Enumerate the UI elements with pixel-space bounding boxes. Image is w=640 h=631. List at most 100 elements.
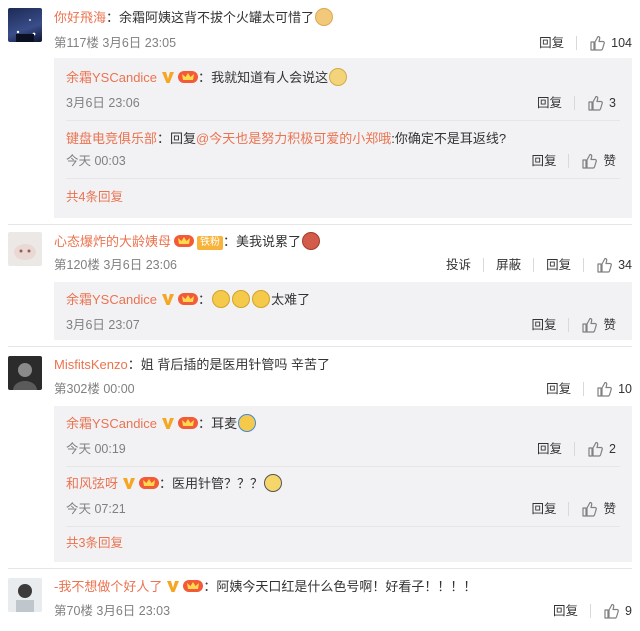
reply-actions: 回复 赞 xyxy=(531,316,616,334)
verified-badge-icon xyxy=(122,476,136,490)
reply-line: 余霜YSCandice ：我就知道有人会说这 xyxy=(66,68,348,87)
divider xyxy=(574,96,576,110)
like-count: 9 xyxy=(625,604,632,618)
comment-line: MisfitsKenzo：姐 背后插的是医用针管吗 辛苦了 xyxy=(54,357,330,372)
like-button[interactable]: 赞 xyxy=(581,316,616,334)
thumb-up-icon xyxy=(587,95,603,111)
comment-line: -我不想做个好人了 ：阿姨今天口红是什么色号啊！好看子！！！！ xyxy=(54,579,477,594)
crown-badge-icon xyxy=(178,70,198,84)
like-count: 104 xyxy=(611,36,632,50)
divider xyxy=(66,466,620,467)
thumb-up-icon xyxy=(581,501,597,517)
like-button[interactable]: 3 xyxy=(587,94,616,112)
comment-actions: 回复 9 xyxy=(553,602,632,620)
comment-text: 姐 背后插的是医用针管吗 辛苦了 xyxy=(140,357,330,372)
comment-username[interactable]: MisfitsKenzo xyxy=(54,357,128,372)
comment-text: 余霜阿姨这背不拔个火罐太可惜了 xyxy=(119,10,315,25)
avatar[interactable] xyxy=(8,578,42,612)
reply-panel: 余霜YSCandice ：耳麦 今天 00:19 回复 2 和风弦呀 ：医用针管？？… xyxy=(54,406,632,562)
thumb-up-icon xyxy=(596,381,612,397)
like-button[interactable]: 2 xyxy=(587,440,616,458)
comment-actions: 投诉 屏蔽 回复 34 xyxy=(446,256,632,274)
comment-item: -我不想做个好人了 ：阿姨今天口红是什么色号啊！好看子！！！！ 第70楼 3月6日… xyxy=(0,572,640,630)
reply-actions: 回复 赞 xyxy=(531,500,616,518)
comment-line: 心态爆炸的大龄姨母 铁粉 ：美我说累了 xyxy=(54,232,321,251)
thumb-up-icon xyxy=(581,317,597,333)
comment-item: MisfitsKenzo：姐 背后插的是医用针管吗 辛苦了 第302楼 00:0… xyxy=(0,350,640,564)
divider xyxy=(568,154,570,168)
reply-button[interactable]: 回复 xyxy=(531,152,556,170)
divider xyxy=(574,442,576,456)
like-button[interactable]: 赞 xyxy=(581,152,616,170)
divider xyxy=(568,502,570,516)
comment-username[interactable]: 心态爆炸的大龄姨母 xyxy=(54,234,171,249)
divider xyxy=(66,178,620,179)
reply-button[interactable]: 回复 xyxy=(537,440,562,458)
more-replies-link[interactable]: 共3条回复 xyxy=(66,534,123,552)
crying-emoji-icon xyxy=(252,290,271,308)
like-count: 2 xyxy=(609,442,616,456)
comment-text: 美我说累了 xyxy=(236,234,302,249)
like-count: 3 xyxy=(609,96,616,110)
like-count: 10 xyxy=(618,382,632,396)
reply-meta: 今天 07:21 xyxy=(66,502,126,516)
thumb-up-icon xyxy=(587,441,603,457)
crown-badge-icon xyxy=(178,292,198,306)
like-button[interactable]: 104 xyxy=(589,34,632,52)
like-button[interactable]: 34 xyxy=(596,256,632,274)
reply-username[interactable]: 键盘电竞俱乐部 xyxy=(66,131,157,146)
reply-button[interactable]: 回复 xyxy=(546,380,571,398)
comment-username[interactable]: 你好飛海 xyxy=(54,10,106,25)
comment-item: 你好飛海：余霜阿姨这背不拔个火罐太可惜了 第117楼 3月6日 23:05 回复… xyxy=(0,0,640,220)
avatar[interactable] xyxy=(8,356,42,390)
cat-emoji-icon xyxy=(315,8,334,26)
avatar[interactable] xyxy=(8,8,42,42)
reply-button[interactable]: 回复 xyxy=(531,500,556,518)
more-replies-link[interactable]: 共4条回复 xyxy=(66,188,123,206)
reply-username[interactable]: 余霜YSCandice xyxy=(66,292,157,307)
like-button[interactable]: 9 xyxy=(603,602,632,620)
like-button[interactable]: 10 xyxy=(596,380,632,398)
thumb-up-icon xyxy=(581,153,597,169)
crying-emoji-icon xyxy=(232,290,251,308)
verified-badge-icon xyxy=(166,579,180,593)
reply-line: 余霜YSCandice ：耳麦 xyxy=(66,414,257,433)
reply-button[interactable]: 回复 xyxy=(531,316,556,334)
avatar[interactable] xyxy=(8,232,42,266)
reply-button[interactable]: 回复 xyxy=(546,256,571,274)
reply-line: 余霜YSCandice：太难了 xyxy=(66,290,311,308)
reply-text: 我就知道有人会说这 xyxy=(211,70,329,85)
report-button[interactable]: 投诉 xyxy=(446,256,471,274)
like-button[interactable]: 赞 xyxy=(581,500,616,518)
reply-meta: 今天 00:19 xyxy=(66,442,126,456)
comment-username[interactable]: -我不想做个好人了 xyxy=(54,579,162,594)
reply-username[interactable]: 余霜YSCandice xyxy=(66,416,157,431)
comment-meta: 第120楼 3月6日 23:06 xyxy=(54,258,177,272)
divider xyxy=(8,568,632,569)
comment-actions: 回复 10 xyxy=(546,380,632,398)
reply-text: 太难了 xyxy=(271,292,311,307)
like-label: 赞 xyxy=(603,154,616,168)
mention-link[interactable]: @今天也是努力积极可爱的小郑哦 xyxy=(196,131,391,146)
reply-username[interactable]: 余霜YSCandice xyxy=(66,70,157,85)
comment-meta: 第70楼 3月6日 23:03 xyxy=(54,604,171,618)
reply-button[interactable]: 回复 xyxy=(553,602,578,620)
reply-username[interactable]: 和风弦呀 xyxy=(66,476,118,491)
laughing-emoji-icon xyxy=(238,414,257,432)
comment-meta: 第117楼 3月6日 23:05 xyxy=(54,36,177,50)
reply-button[interactable]: 回复 xyxy=(539,34,564,52)
reply-panel: 余霜YSCandice ：我就知道有人会说这 3月6日 23:06 回复 3 键盘… xyxy=(54,58,632,218)
crown-badge-icon xyxy=(139,476,159,490)
verified-badge-icon xyxy=(161,70,175,84)
thumb-up-icon xyxy=(603,603,619,619)
crown-badge-icon xyxy=(178,416,198,430)
reply-text: 医用针管？？？ xyxy=(172,476,264,491)
verified-badge-icon xyxy=(161,416,175,430)
block-button[interactable]: 屏蔽 xyxy=(496,256,521,274)
reply-button[interactable]: 回复 xyxy=(537,94,562,112)
doge-emoji-icon xyxy=(329,68,348,86)
reply-prefix: 回复 xyxy=(170,131,197,146)
thumb-up-icon xyxy=(596,257,612,273)
comment-actions: 回复 104 xyxy=(539,34,632,52)
reply-line: 和风弦呀 ：医用针管？？？ xyxy=(66,474,283,493)
